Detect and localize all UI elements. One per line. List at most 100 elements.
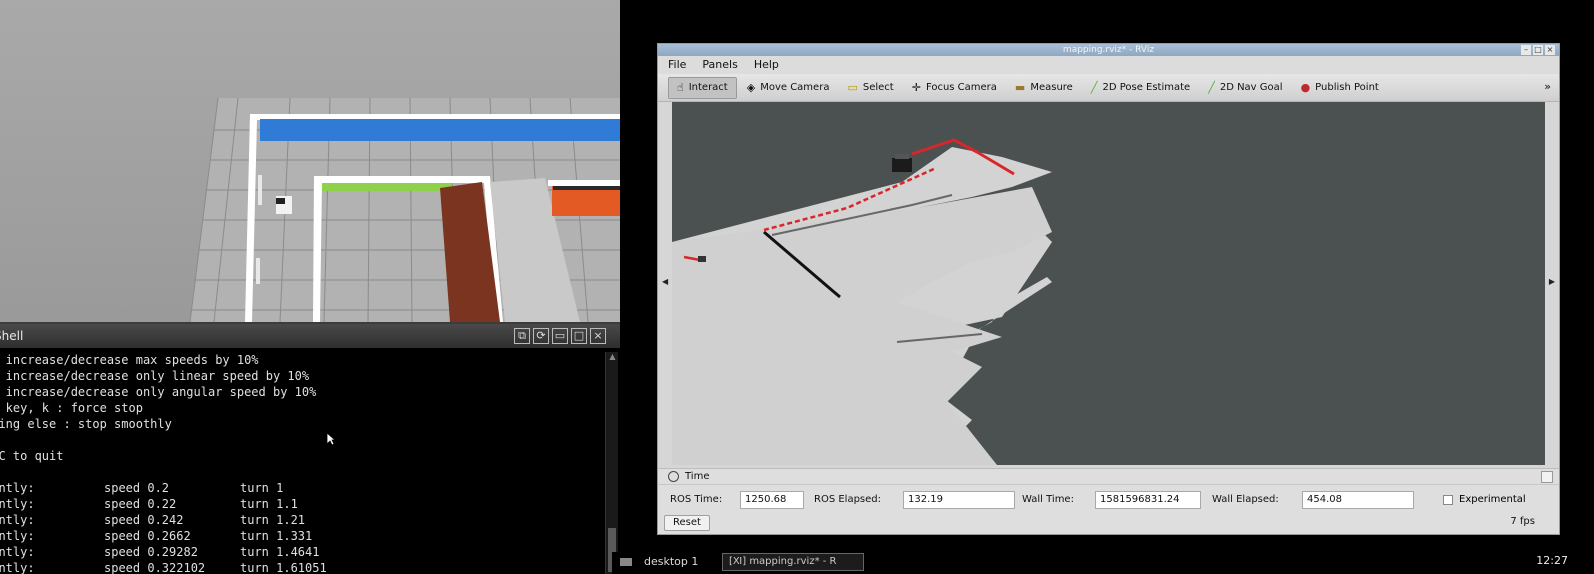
nav-goal-tool-button[interactable]: ╱ 2D Nav Goal xyxy=(1200,77,1290,99)
speed-row-turn: turn 1 xyxy=(240,481,284,495)
speed-row-turn: turn 1.1 xyxy=(240,497,298,511)
pose-estimate-label: 2D Pose Estimate xyxy=(1102,82,1191,93)
terminal-scrollbar[interactable]: ▲ xyxy=(605,352,618,574)
ros-time-field[interactable]: 1250.68 xyxy=(740,491,804,509)
interact-label: Interact xyxy=(688,82,728,93)
menu-file[interactable]: File xyxy=(668,56,686,74)
speed-row: rently: speed 0.2 turn 1 xyxy=(0,480,605,496)
focus-camera-label: Focus Camera xyxy=(925,82,997,93)
speed-row-prefix: rently: xyxy=(0,561,35,574)
right-dock-arrow-icon[interactable]: ▶ xyxy=(1549,277,1555,286)
scroll-up-icon[interactable]: ▲ xyxy=(606,352,619,362)
measure-tool-button[interactable]: ▬ Measure xyxy=(1007,77,1081,99)
detach-icon[interactable]: ⧉ xyxy=(514,328,530,344)
camera-icon: ◈ xyxy=(746,81,756,94)
taskbar-clock: 12:27 xyxy=(1536,554,1568,567)
mouse-cursor-icon xyxy=(326,432,336,446)
clock-icon xyxy=(668,471,679,482)
desktop-screen: Shell ⧉ ⟳ ▭ □ × : increase/decrease max … xyxy=(0,0,1594,574)
shell-titlebar[interactable]: Shell ⧉ ⟳ ▭ □ × xyxy=(0,324,620,348)
wall-time-label: Wall Time: xyxy=(1022,494,1074,505)
experimental-checkbox[interactable] xyxy=(1443,495,1453,505)
rviz-window-controls: – □ × xyxy=(1521,45,1555,55)
desktop-label[interactable]: desktop 1 xyxy=(644,555,698,568)
speed-row-speed: speed 0.2 xyxy=(104,481,170,495)
ros-time-label: ROS Time: xyxy=(670,494,723,505)
maximize-icon[interactable]: □ xyxy=(571,328,587,344)
speed-row-speed: speed 0.322102 xyxy=(104,561,206,574)
left-dock-arrow-icon[interactable]: ◀ xyxy=(662,277,668,286)
select-tool-button[interactable]: ▭ Select xyxy=(839,77,901,99)
rviz-secondary-marker xyxy=(698,256,706,262)
pose-estimate-tool-button[interactable]: ╱ 2D Pose Estimate xyxy=(1083,77,1198,99)
speed-row-prefix: rently: xyxy=(0,481,35,495)
speed-row-prefix: rently: xyxy=(0,497,35,511)
time-panel-close-icon[interactable] xyxy=(1541,471,1553,483)
terminal-output[interactable]: : increase/decrease max speeds by 10% : … xyxy=(0,350,605,574)
speed-row: rently: speed 0.322102 turn 1.61051 xyxy=(0,560,605,574)
time-panel-title: Time xyxy=(685,470,710,482)
wall-time-field[interactable]: 1581596831.24 xyxy=(1095,491,1201,509)
menu-panels[interactable]: Panels xyxy=(702,56,737,74)
select-label: Select xyxy=(862,82,894,93)
rviz-robot-marker xyxy=(892,154,912,172)
minimize-icon[interactable]: ▭ xyxy=(552,328,568,344)
shell-title: Shell xyxy=(0,329,24,343)
speed-row-prefix: rently: xyxy=(0,513,35,527)
gazebo-robot xyxy=(276,196,292,214)
shell-window-controls: ⧉ ⟳ ▭ □ × xyxy=(514,328,606,344)
speed-row: rently: speed 0.29282 turn 1.4641 xyxy=(0,544,605,560)
ros-elapsed-label: ROS Elapsed: xyxy=(814,494,881,505)
speed-row-turn: turn 1.21 xyxy=(240,513,306,527)
interact-tool-button[interactable]: ☝ Interact xyxy=(668,76,737,99)
speed-row-prefix: rently: xyxy=(0,529,35,543)
crosshair-icon: ✛ xyxy=(911,81,921,94)
taskbar: desktop 1 [Ⅺ] mapping.rviz* - R 12:27 xyxy=(612,552,1594,574)
speed-row: rently: speed 0.2662 turn 1.331 xyxy=(0,528,605,544)
minimize-icon[interactable]: – xyxy=(1521,45,1531,55)
menu-help[interactable]: Help xyxy=(754,56,779,74)
rviz-menubar: File Panels Help xyxy=(658,56,1559,74)
desktop-icon[interactable] xyxy=(620,558,632,566)
speed-row-speed: speed 0.242 xyxy=(104,513,184,527)
publish-point-tool-button[interactable]: ● Publish Point xyxy=(1293,77,1387,99)
close-icon[interactable]: × xyxy=(1545,45,1555,55)
shell-terminal[interactable]: Shell ⧉ ⟳ ▭ □ × : increase/decrease max … xyxy=(0,322,620,574)
toolbar-overflow-icon[interactable]: » xyxy=(1544,80,1551,93)
term-line: thing else : stop smoothly xyxy=(0,417,172,431)
gazebo-sim-view[interactable] xyxy=(0,0,620,322)
experimental-label: Experimental xyxy=(1459,494,1526,505)
green-arrow-icon: ╱ xyxy=(1208,81,1215,94)
map-pin-icon: ● xyxy=(1300,81,1311,94)
rviz-3d-viewport[interactable] xyxy=(672,102,1545,465)
rviz-window-title: mapping.rviz* - RViz xyxy=(1062,45,1155,55)
speed-row-turn: turn 1.61051 xyxy=(240,561,327,574)
maximize-icon[interactable]: □ xyxy=(1533,45,1543,55)
term-line xyxy=(0,464,605,480)
speed-row-speed: speed 0.29282 xyxy=(104,545,198,559)
speed-row-turn: turn 1.4641 xyxy=(240,545,320,559)
term-line: L-C to quit xyxy=(0,449,64,463)
publish-point-label: Publish Point xyxy=(1315,82,1379,93)
select-box-icon: ▭ xyxy=(847,81,858,94)
ros-elapsed-field[interactable]: 132.19 xyxy=(903,491,1015,509)
term-line: : increase/decrease only linear speed by… xyxy=(0,369,310,383)
fps-readout: 7 fps xyxy=(1510,516,1535,527)
speed-row: rently: speed 0.22 turn 1.1 xyxy=(0,496,605,512)
time-panel-header[interactable]: Time xyxy=(658,469,1559,485)
rviz-toolbar: ☝ Interact ◈ Move Camera ▭ Select ✛ Focu… xyxy=(658,74,1559,102)
refresh-icon[interactable]: ⟳ xyxy=(533,328,549,344)
term-line: ce key, k : force stop xyxy=(5,401,143,415)
reset-button[interactable]: Reset xyxy=(664,515,710,531)
rviz-window[interactable]: mapping.rviz* - RViz – □ × File Panels H… xyxy=(657,43,1560,535)
taskbar-item-rviz[interactable]: [Ⅺ] mapping.rviz* - R xyxy=(722,553,864,571)
rviz-titlebar[interactable]: mapping.rviz* - RViz – □ × xyxy=(658,44,1559,56)
close-icon[interactable]: × xyxy=(590,328,606,344)
wall-elapsed-field[interactable]: 454.08 xyxy=(1302,491,1414,509)
move-camera-tool-button[interactable]: ◈ Move Camera xyxy=(739,77,838,99)
focus-camera-tool-button[interactable]: ✛ Focus Camera xyxy=(904,77,1005,99)
speed-row: rently: speed 0.242 turn 1.21 xyxy=(0,512,605,528)
experimental-toggle[interactable]: Experimental xyxy=(1443,493,1526,507)
term-line: : increase/decrease max speeds by 10% xyxy=(0,353,259,367)
hand-icon: ☝ xyxy=(677,81,684,94)
